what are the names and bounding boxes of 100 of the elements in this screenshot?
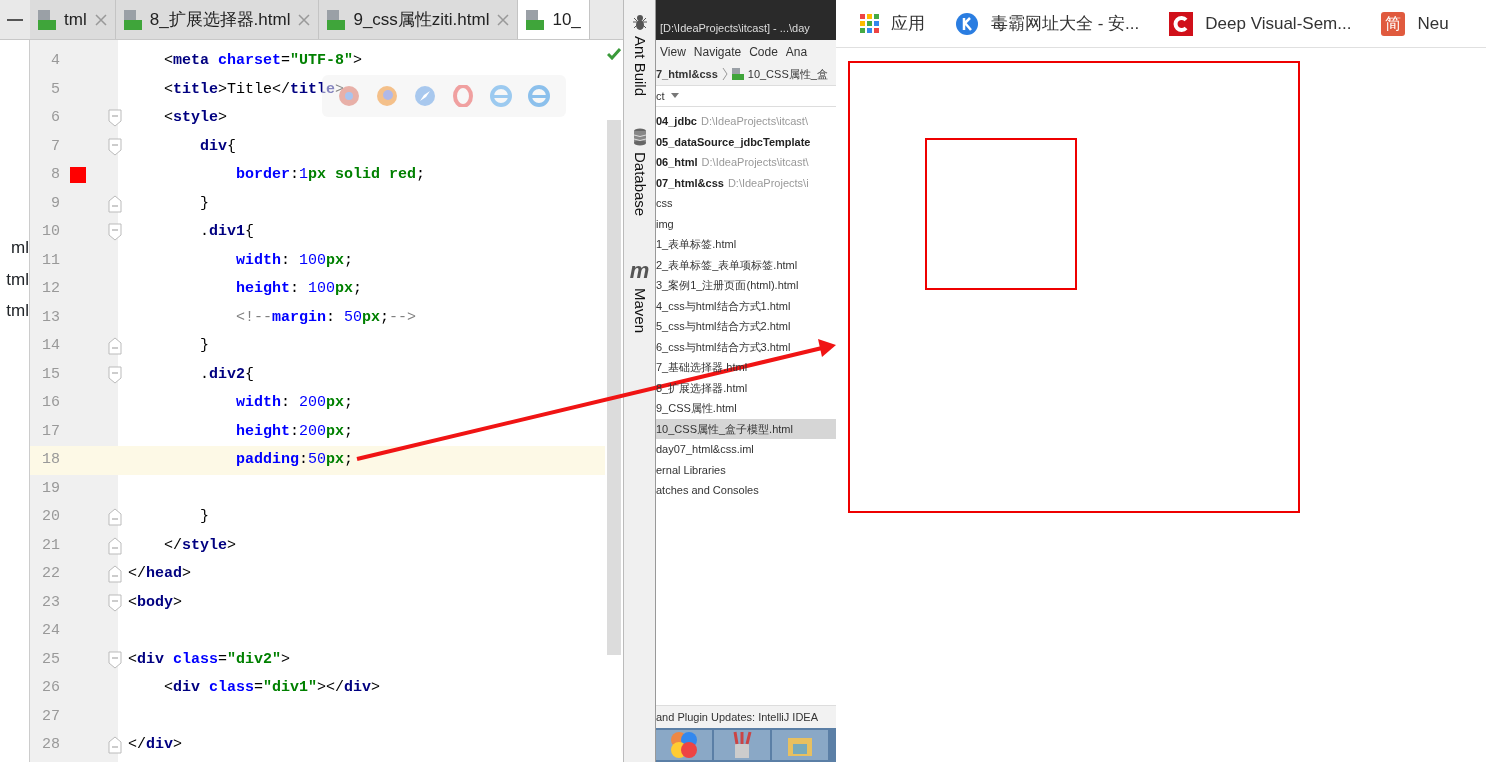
fold-icon[interactable]: [108, 650, 122, 669]
menu-item[interactable]: View: [660, 43, 686, 61]
breakpoint-icon[interactable]: [70, 167, 86, 184]
tree-item[interactable]: 2_表单标签_表单项标签.html: [656, 254, 836, 275]
fold-icon[interactable]: [108, 109, 122, 128]
bookmark[interactable]: 应用: [860, 10, 925, 37]
line-number: 4: [50, 51, 60, 71]
fold-icon[interactable]: [108, 223, 122, 242]
fold-icon[interactable]: [108, 536, 122, 555]
line-number: 23: [41, 592, 60, 613]
tree-item[interactable]: css: [656, 193, 836, 214]
editor-tab[interactable]: 10_: [518, 0, 590, 39]
close-icon[interactable]: [94, 13, 107, 26]
code-line: height: 100px;: [235, 279, 363, 299]
code-line: <body>: [128, 592, 183, 613]
taskbar-icon[interactable]: [669, 730, 699, 760]
file-name[interactable]: tml: [0, 298, 29, 324]
tree-item[interactable]: atches and Consoles: [656, 480, 836, 501]
code-line: .div2{: [199, 364, 255, 385]
menu-item[interactable]: Navigate: [693, 43, 742, 61]
tree-item[interactable]: ernal Libraries: [656, 459, 836, 480]
tree-item[interactable]: 5_css与html结合方式2.html: [656, 316, 836, 337]
code-line: <div class="div2">: [128, 649, 291, 670]
menu-item[interactable]: Ana: [785, 43, 808, 61]
code-line: <meta charset="UTF-8">: [163, 51, 363, 71]
tree-item[interactable]: 10_CSS属性_盒子模型.html: [656, 418, 836, 439]
line-number: 8: [50, 165, 60, 185]
caret-icon[interactable]: [670, 93, 679, 99]
tree-item[interactable]: 04_jdbc D:\IdeaProjects\itcast\: [656, 111, 836, 132]
close-icon[interactable]: [497, 13, 510, 26]
browser-icon[interactable]: [490, 85, 512, 107]
line-number: 20: [41, 507, 60, 527]
window-title: [D:\IdeaProjects\itcast] - ...\day: [656, 0, 836, 40]
html-file-icon: [123, 9, 142, 30]
code-line: <!--margin: 50px;-->: [235, 307, 417, 328]
fold-icon[interactable]: [108, 736, 122, 755]
line-number: 7: [50, 136, 60, 157]
close-icon[interactable]: [298, 13, 311, 26]
tree-item[interactable]: 1_表单标签.html: [656, 234, 836, 255]
browser-icon[interactable]: [414, 85, 436, 107]
bookmark[interactable]: Deep Visual-Sem...: [1169, 10, 1352, 37]
tree-item[interactable]: 06_html D:\IdeaProjects\itcast\: [656, 152, 836, 173]
code-line: <style>: [163, 108, 228, 128]
browser-icon[interactable]: [376, 85, 398, 107]
line-number: 27: [41, 706, 60, 727]
file-name[interactable]: tml: [0, 266, 29, 292]
code-line: }: [199, 193, 209, 214]
line-number: 15: [41, 364, 60, 385]
code-line: .div1{: [199, 222, 255, 242]
tree-item[interactable]: 4_css与html结合方式1.html: [656, 295, 836, 316]
project-selector[interactable]: ct: [656, 87, 665, 104]
code-line: width: 100px;: [235, 250, 354, 271]
tree-item[interactable]: 05_dataSource_jdbcTemplate: [656, 131, 836, 152]
html-file-icon: [526, 9, 545, 30]
tree-item[interactable]: 6_css与html结合方式3.html: [656, 336, 836, 357]
bookmark[interactable]: 毒霸网址大全 - 安...: [955, 10, 1140, 37]
line-number: 13: [41, 307, 60, 328]
breadcrumb-item[interactable]: 10_CSS属性_盒: [747, 66, 828, 83]
fold-icon[interactable]: [108, 137, 122, 156]
bookmark[interactable]: Neu: [1417, 10, 1449, 37]
file-name[interactable]: ml: [0, 235, 29, 261]
fold-icon[interactable]: [108, 565, 122, 584]
editor-tab[interactable]: tml: [30, 0, 116, 39]
line-number: 28: [41, 735, 60, 755]
code-line: }: [199, 507, 209, 527]
html-file-icon: [327, 9, 346, 30]
fold-icon[interactable]: [108, 337, 122, 356]
database-icon: [632, 128, 647, 147]
editor-tab[interactable]: 8_扩展选择器.html: [115, 0, 320, 39]
tree-item[interactable]: 3_案例1_注册页面(html).html: [656, 275, 836, 296]
line-number: 25: [41, 649, 60, 670]
code-line: <div class="div1"></div>: [163, 678, 381, 698]
editor-tab[interactable]: 9_css属性ziti.html: [319, 0, 519, 39]
fold-icon[interactable]: [108, 508, 122, 527]
tree-item[interactable]: 9_CSS属性.html: [656, 398, 836, 419]
line-number: 21: [41, 535, 60, 556]
code-line: div{: [199, 136, 237, 157]
tree-item[interactable]: img: [656, 213, 836, 234]
apps-icon: [860, 14, 879, 33]
code-line: </style>: [163, 535, 237, 556]
line-number: 10: [41, 222, 60, 242]
code-line: <title>Title</title>: [163, 79, 345, 100]
browser-icon[interactable]: [452, 85, 474, 107]
tool-window-button[interactable]: Database: [628, 128, 651, 217]
html-file-icon: [731, 68, 744, 81]
html-file-icon: [38, 9, 56, 30]
fold-icon[interactable]: [108, 194, 122, 213]
browser-icon[interactable]: [528, 85, 550, 107]
tree-item[interactable]: 07_html&css D:\IdeaProjects\i: [656, 172, 836, 193]
bug-icon: [631, 14, 648, 30]
fold-icon[interactable]: [108, 593, 122, 612]
code-line: </head>: [128, 564, 192, 584]
status-bar: and Plugin Updates: IntelliJ IDEA: [656, 704, 836, 728]
tool-window-button[interactable]: Maven: [628, 288, 651, 334]
line-number: 22: [41, 564, 60, 584]
tool-window-button[interactable]: Ant Build: [628, 14, 651, 97]
breadcrumb-item[interactable]: 7_html&css: [656, 66, 718, 83]
fold-icon[interactable]: [108, 365, 122, 384]
tree-item[interactable]: day07_html&css.iml: [656, 439, 836, 460]
menu-item[interactable]: Code: [749, 43, 778, 61]
